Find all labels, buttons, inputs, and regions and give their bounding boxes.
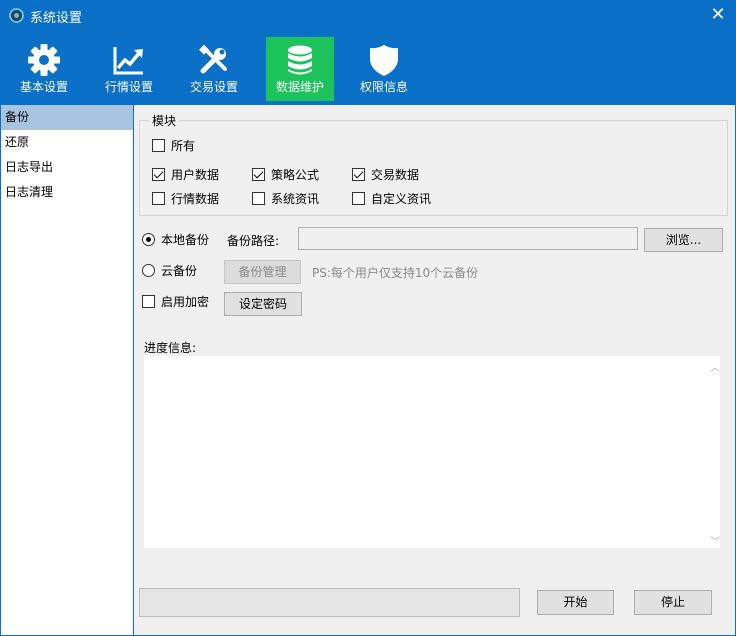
backup-manage-button[interactable]: 备份管理 bbox=[224, 260, 301, 284]
checkbox-label: 系统资讯 bbox=[271, 192, 320, 206]
sidebar-item-backup[interactable]: 备份 bbox=[1, 105, 133, 130]
tab-basic-settings[interactable]: 基本设置 bbox=[10, 37, 78, 101]
module-strategy-formula-checkbox[interactable]: 策略公式 bbox=[252, 166, 319, 183]
checkbox-label: 行情数据 bbox=[171, 192, 220, 206]
settings-window: 系统设置 ✕ 基本设置 行情设置 交易设置 数据维护 权限信息 备份 还原 日志… bbox=[0, 0, 736, 636]
tab-label: 基本设置 bbox=[19, 80, 68, 94]
sidebar-item-log-cleanup[interactable]: 日志清理 bbox=[1, 180, 133, 205]
progress-info-textarea[interactable] bbox=[144, 356, 720, 548]
checkbox-box bbox=[152, 168, 165, 181]
start-button[interactable]: 开始 bbox=[537, 590, 614, 615]
backup-path-input[interactable] bbox=[298, 227, 638, 250]
sidebar: 备份 还原 日志导出 日志清理 bbox=[1, 105, 133, 635]
module-system-news-checkbox[interactable]: 系统资讯 bbox=[252, 190, 319, 207]
shield-icon bbox=[370, 45, 398, 76]
set-password-button[interactable]: 设定密码 bbox=[224, 292, 302, 316]
tab-label: 数据维护 bbox=[275, 80, 324, 94]
tools-icon bbox=[199, 44, 227, 74]
module-group-legend: 模块 bbox=[149, 112, 180, 129]
checkbox-label: 所有 bbox=[171, 139, 196, 153]
checkbox-box bbox=[152, 192, 165, 205]
checkbox-label: 启用加密 bbox=[161, 295, 210, 309]
browse-button[interactable]: 浏览... bbox=[644, 228, 723, 252]
scroll-up-arrow-icon[interactable]: ︿ bbox=[708, 359, 722, 374]
radio-label: 本地备份 bbox=[161, 233, 210, 247]
tab-label: 交易设置 bbox=[189, 80, 238, 94]
enable-encryption-checkbox[interactable]: 启用加密 bbox=[142, 293, 209, 310]
checkbox-box bbox=[352, 192, 365, 205]
database-icon bbox=[288, 45, 312, 75]
module-all-checkbox[interactable]: 所有 bbox=[152, 137, 195, 154]
gear-icon bbox=[28, 44, 60, 76]
checkbox-box bbox=[252, 192, 265, 205]
toolbar: 基本设置 行情设置 交易设置 数据维护 权限信息 bbox=[0, 30, 736, 102]
checkbox-label: 用户数据 bbox=[171, 168, 220, 182]
title-bar: 系统设置 ✕ bbox=[0, 0, 736, 30]
cloud-backup-radio[interactable]: 云备份 bbox=[142, 262, 197, 279]
window-title: 系统设置 bbox=[30, 11, 83, 26]
cloud-backup-hint: PS:每个用户仅支持10个云备份 bbox=[312, 266, 479, 280]
module-market-data-checkbox[interactable]: 行情数据 bbox=[152, 190, 219, 207]
app-logo-icon bbox=[9, 8, 24, 23]
stop-button[interactable]: 停止 bbox=[634, 590, 712, 615]
checkbox-label: 交易数据 bbox=[371, 168, 420, 182]
radio-dot bbox=[142, 264, 155, 277]
scroll-down-arrow-icon[interactable]: ﹀ bbox=[708, 533, 722, 548]
module-group: 模块 所有 用户数据 策略公式 交易数据 行情数据 系统资讯 自定义资讯 bbox=[139, 112, 728, 216]
tab-market-settings[interactable]: 行情设置 bbox=[95, 37, 163, 101]
close-button[interactable]: ✕ bbox=[700, 0, 736, 30]
local-backup-radio[interactable]: 本地备份 bbox=[142, 231, 209, 248]
module-user-data-checkbox[interactable]: 用户数据 bbox=[152, 166, 219, 183]
trend-chart-icon bbox=[113, 47, 143, 75]
checkbox-box bbox=[142, 295, 155, 308]
tab-label: 权限信息 bbox=[359, 80, 408, 94]
sidebar-item-restore[interactable]: 还原 bbox=[1, 130, 133, 155]
checkbox-box bbox=[152, 139, 165, 152]
progress-bar bbox=[139, 588, 520, 617]
sidebar-item-log-export[interactable]: 日志导出 bbox=[1, 155, 133, 180]
backup-path-label: 备份路径: bbox=[227, 234, 280, 248]
module-custom-news-checkbox[interactable]: 自定义资讯 bbox=[352, 190, 431, 207]
tab-data-maintenance[interactable]: 数据维护 bbox=[266, 37, 334, 101]
checkbox-box bbox=[352, 168, 365, 181]
checkbox-label: 自定义资讯 bbox=[371, 192, 432, 206]
tab-trade-settings[interactable]: 交易设置 bbox=[180, 37, 248, 101]
module-trade-data-checkbox[interactable]: 交易数据 bbox=[352, 166, 419, 183]
radio-label: 云备份 bbox=[161, 264, 198, 278]
tab-permission-info[interactable]: 权限信息 bbox=[350, 37, 418, 101]
checkbox-box bbox=[252, 168, 265, 181]
backup-panel: 模块 所有 用户数据 策略公式 交易数据 行情数据 系统资讯 自定义资讯 本地备… bbox=[134, 105, 735, 635]
checkbox-label: 策略公式 bbox=[271, 168, 320, 182]
progress-info-label: 进度信息: bbox=[144, 341, 197, 355]
radio-dot bbox=[142, 233, 155, 246]
tab-label: 行情设置 bbox=[104, 80, 153, 94]
